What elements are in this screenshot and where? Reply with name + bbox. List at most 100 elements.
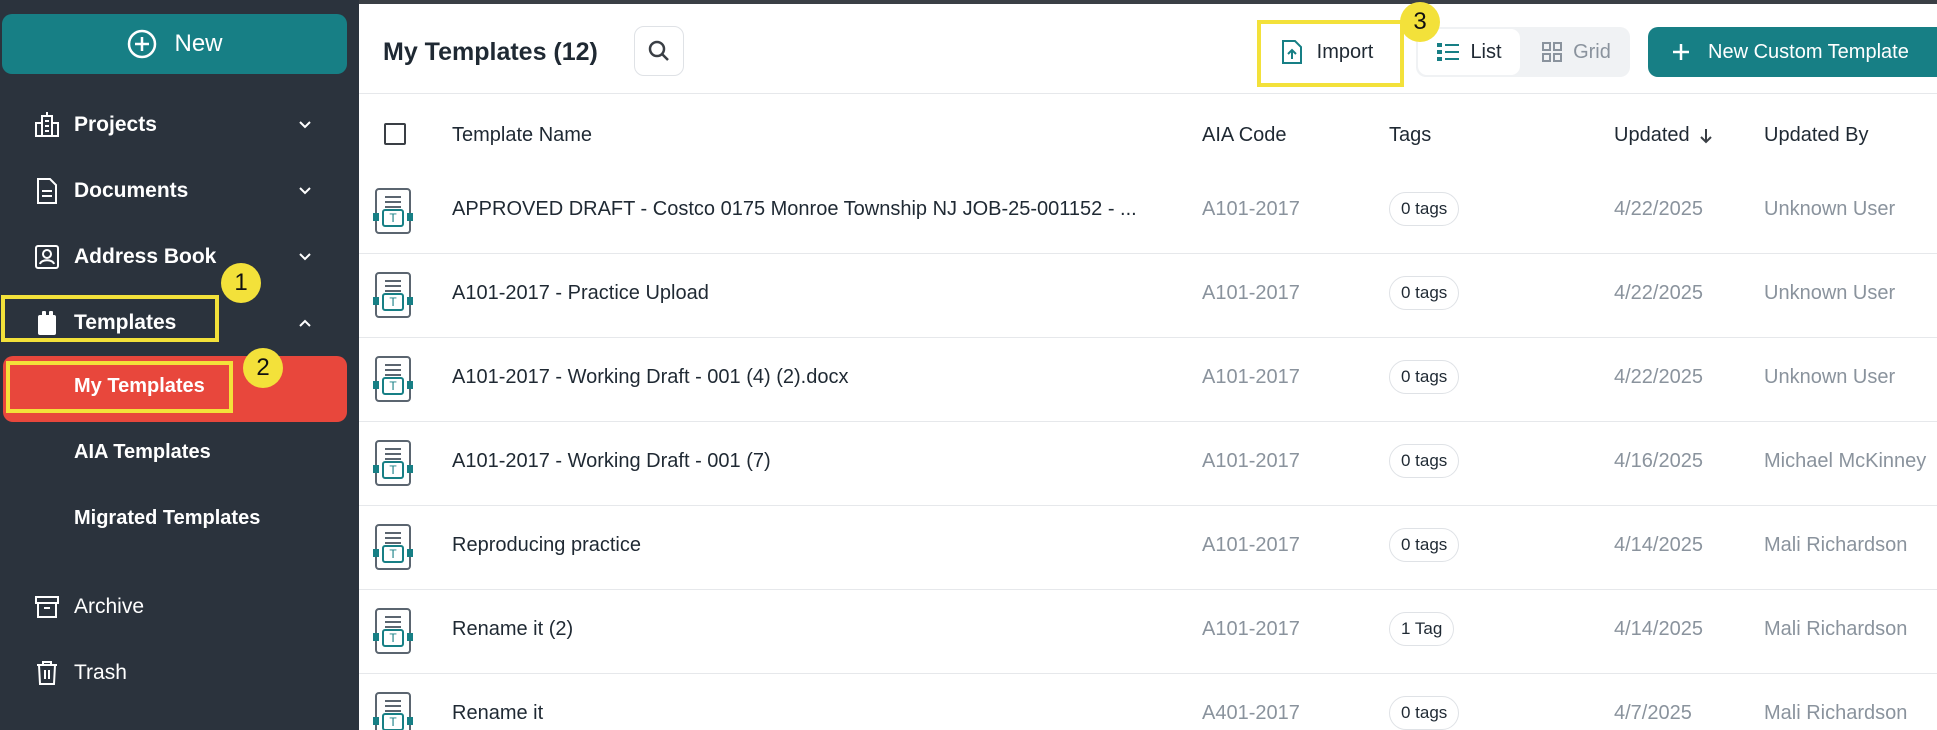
tags-badge[interactable]: 0 tags: [1389, 192, 1460, 226]
updated-date: 4/22/2025: [1614, 366, 1703, 388]
template-name[interactable]: Rename it: [452, 702, 1172, 725]
aia-code: A101-2017: [1202, 198, 1300, 220]
new-button-label: New: [174, 30, 223, 57]
tags-badge[interactable]: 0 tags: [1389, 528, 1460, 562]
plus-icon: [1673, 44, 1689, 60]
tags-badge[interactable]: 0 tags: [1389, 360, 1460, 394]
aia-code: A101-2017: [1202, 450, 1300, 472]
updated-date: 4/22/2025: [1614, 282, 1703, 304]
sidebar-item-documents[interactable]: Documents: [0, 163, 359, 219]
template-name[interactable]: A101-2017 - Practice Upload: [452, 282, 1172, 305]
template-name[interactable]: A101-2017 - Working Draft - 001 (4) (2).…: [452, 366, 1172, 389]
tags-badge[interactable]: 0 tags: [1389, 276, 1460, 310]
sidebar-subitem-aia-templates[interactable]: AIA Templates: [74, 441, 211, 464]
column-header-updated-label: Updated: [1614, 124, 1690, 146]
file-upload-icon: [1281, 40, 1302, 64]
new-custom-template-label: New Custom Template: [1708, 40, 1909, 63]
table-row[interactable]: T Rename it A401-2017 0 tags 4/7/2025 Ma…: [359, 674, 1937, 730]
table-row[interactable]: T Reproducing practice A101-2017 0 tags …: [359, 506, 1937, 590]
page-title: My Templates (12): [383, 38, 598, 66]
column-header-updated[interactable]: Updated: [1614, 124, 1714, 147]
template-document-icon: T: [373, 440, 413, 486]
updated-by: Unknown User: [1764, 282, 1896, 304]
view-toggle: List Grid: [1416, 27, 1630, 77]
sidebar-item-label: Archive: [74, 595, 145, 618]
import-button[interactable]: Import: [1263, 28, 1391, 76]
view-list-label: List: [1470, 40, 1502, 63]
template-folder-icon: [33, 309, 61, 337]
view-grid-label: Grid: [1573, 40, 1611, 63]
template-document-icon: T: [373, 524, 413, 570]
column-header-updated-by[interactable]: Updated By: [1764, 124, 1869, 147]
column-header-tags[interactable]: Tags: [1389, 124, 1431, 147]
template-document-icon: T: [373, 692, 413, 730]
annotation-badge-2: 2: [243, 348, 283, 388]
table-row[interactable]: T Rename it (2) A101-2017 1 Tag 4/14/202…: [359, 590, 1937, 674]
chevron-up-icon: [299, 319, 311, 327]
tags-badge[interactable]: 1 Tag: [1389, 612, 1455, 646]
aia-code: A401-2017: [1202, 702, 1300, 724]
aia-code: A101-2017: [1202, 534, 1300, 556]
updated-date: 4/22/2025: [1614, 198, 1703, 220]
table-row[interactable]: T APPROVED DRAFT - Costco 0175 Monroe To…: [359, 170, 1937, 254]
svg-text:T: T: [389, 295, 397, 309]
trash-icon: [33, 659, 61, 687]
main-content: My Templates (12) Import List Grid New C…: [359, 0, 1937, 730]
sort-down-arrow-icon: [1699, 128, 1712, 143]
sidebar-subitem-my-templates[interactable]: My Templates: [74, 375, 205, 398]
template-name[interactable]: Reproducing practice: [452, 534, 1172, 557]
tags-badge[interactable]: 0 tags: [1389, 696, 1460, 730]
svg-text:T: T: [389, 715, 397, 729]
annotation-badge-3: 3: [1400, 2, 1440, 42]
aia-code: A101-2017: [1202, 618, 1300, 640]
updated-date: 4/14/2025: [1614, 534, 1703, 556]
updated-date: 4/14/2025: [1614, 618, 1703, 640]
svg-text:T: T: [389, 463, 397, 477]
grid-view-icon: [1542, 42, 1563, 62]
template-document-icon: T: [373, 272, 413, 318]
chevron-down-icon: [299, 187, 311, 195]
view-grid-button[interactable]: Grid: [1526, 29, 1626, 75]
template-name[interactable]: A101-2017 - Working Draft - 001 (7): [452, 450, 1172, 473]
sidebar-item-archive[interactable]: Archive: [0, 579, 359, 635]
updated-by: Michael McKinney: [1764, 450, 1927, 472]
select-all-checkbox[interactable]: [384, 123, 406, 145]
list-view-icon: [1437, 43, 1460, 61]
annotation-badge-1: 1: [221, 263, 261, 303]
archive-box-icon: [33, 593, 61, 621]
column-header-template-name[interactable]: Template Name: [452, 124, 592, 147]
table-row[interactable]: T A101-2017 - Working Draft - 001 (4) (2…: [359, 338, 1937, 422]
svg-text:T: T: [389, 379, 397, 393]
tags-badge[interactable]: 0 tags: [1389, 444, 1460, 478]
sidebar-subitem-migrated-templates[interactable]: Migrated Templates: [74, 507, 260, 530]
aia-code: A101-2017: [1202, 366, 1300, 388]
chevron-down-icon: [299, 253, 311, 261]
template-document-icon: T: [373, 188, 413, 234]
column-header-aia-code[interactable]: AIA Code: [1202, 124, 1287, 147]
search-button[interactable]: [634, 26, 684, 76]
contact-card-icon: [33, 243, 61, 271]
sidebar-item-trash[interactable]: Trash: [0, 645, 359, 701]
sidebar-item-label: Projects: [74, 113, 157, 136]
page-header: My Templates (12) Import List Grid New C…: [359, 4, 1937, 94]
sidebar-item-projects[interactable]: Projects: [0, 97, 359, 153]
updated-date: 4/16/2025: [1614, 450, 1703, 472]
sidebar-item-templates[interactable]: Templates: [0, 295, 359, 351]
updated-by: Mali Richardson: [1764, 618, 1908, 640]
sidebar: New Projects Documents Address Book Temp…: [0, 0, 359, 730]
sidebar-item-address-book[interactable]: Address Book: [0, 229, 359, 285]
new-custom-template-button[interactable]: New Custom Template: [1648, 27, 1937, 77]
table-row[interactable]: T A101-2017 - Practice Upload A101-2017 …: [359, 254, 1937, 338]
document-icon: [33, 177, 61, 205]
chevron-down-icon: [299, 121, 311, 129]
table-row[interactable]: T A101-2017 - Working Draft - 001 (7) A1…: [359, 422, 1937, 506]
svg-text:T: T: [389, 211, 397, 225]
sidebar-item-label: Address Book: [74, 245, 217, 268]
aia-code: A101-2017: [1202, 282, 1300, 304]
new-button[interactable]: New: [2, 14, 347, 74]
template-name[interactable]: APPROVED DRAFT - Costco 0175 Monroe Town…: [452, 198, 1172, 221]
building-icon: [33, 111, 61, 139]
plus-circle-icon: [128, 29, 157, 59]
template-name[interactable]: Rename it (2): [452, 618, 1172, 641]
svg-text:T: T: [389, 547, 397, 561]
